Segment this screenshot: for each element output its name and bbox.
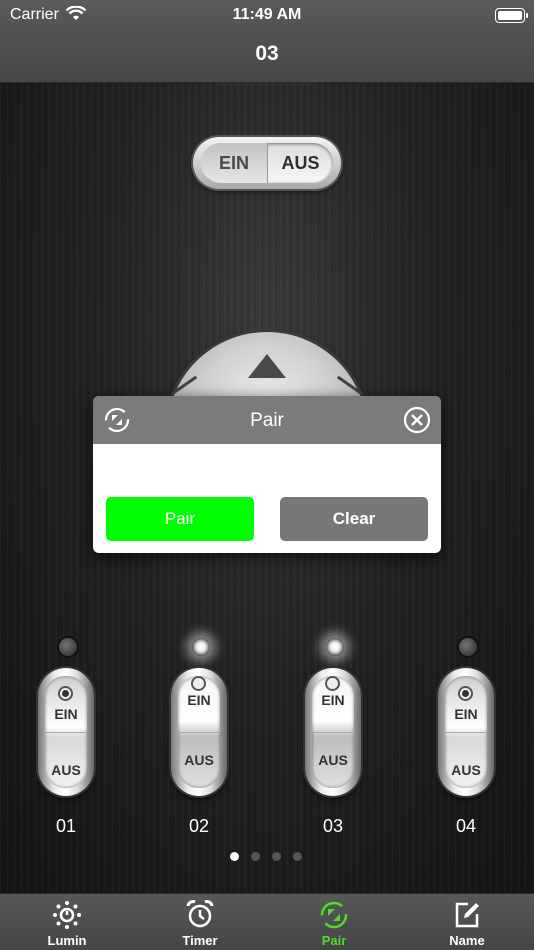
channel-switch[interactable]: EIN AUS xyxy=(171,668,227,796)
page-dot[interactable] xyxy=(293,852,302,861)
pair-button[interactable]: Pair xyxy=(106,497,254,541)
top-bar: Carrier 11:49 AM 03 xyxy=(0,0,534,83)
tab-label: Name xyxy=(449,933,485,948)
alarm-clock-icon xyxy=(186,900,214,928)
indicator-icon xyxy=(58,686,73,701)
switch-off-label: AUS xyxy=(184,752,214,768)
switch-off-label: AUS xyxy=(51,762,81,778)
switch-off-label: AUS xyxy=(451,762,481,778)
tab-label: Timer xyxy=(182,933,218,948)
status-led xyxy=(59,638,77,656)
channel-02: EIN AUS 02 xyxy=(171,636,231,842)
page-indicator[interactable] xyxy=(230,852,310,862)
clear-button[interactable]: Clear xyxy=(280,497,428,541)
page-dot[interactable] xyxy=(272,852,281,861)
page-dot[interactable] xyxy=(230,852,239,861)
pair-dialog: Pair Pair Clear xyxy=(93,396,441,553)
status-led xyxy=(459,638,477,656)
clock: 11:49 AM xyxy=(232,6,302,23)
dialog-header: Pair xyxy=(93,396,441,444)
master-on-off-switch[interactable]: EIN AUS xyxy=(193,137,341,189)
channel-label: 04 xyxy=(455,816,477,836)
master-off-button[interactable]: AUS xyxy=(267,143,333,183)
indicator-icon xyxy=(458,686,473,701)
tab-label: Pair xyxy=(321,933,347,948)
tab-bar: Lumin Timer Pair Name xyxy=(0,893,534,950)
status-led xyxy=(326,638,344,656)
tab-timer[interactable]: Timer xyxy=(133,894,267,950)
tab-name[interactable]: Name xyxy=(400,894,534,950)
page-title: 03 xyxy=(255,42,279,65)
switch-on-label: EIN xyxy=(454,706,478,722)
switch-off-label: AUS xyxy=(318,752,348,768)
switch-on-label: EIN xyxy=(187,692,211,708)
channel-switch[interactable]: EIN AUS xyxy=(438,668,494,796)
status-led xyxy=(192,638,210,656)
indicator-icon xyxy=(325,676,340,691)
channel-03: EIN AUS 03 xyxy=(305,636,365,842)
page-dot[interactable] xyxy=(251,852,260,861)
close-icon[interactable] xyxy=(403,406,431,434)
status-bar: Carrier 11:49 AM xyxy=(0,4,534,26)
tab-label: Lumin xyxy=(47,933,87,948)
up-arrow-icon[interactable] xyxy=(248,354,286,378)
channel-switch[interactable]: EIN AUS xyxy=(305,668,361,796)
switch-on-label: EIN xyxy=(54,706,78,722)
sun-icon xyxy=(53,901,81,929)
channel-01: EIN AUS 01 xyxy=(38,636,98,842)
indicator-icon xyxy=(191,676,206,691)
channel-switch[interactable]: EIN AUS xyxy=(38,668,94,796)
edit-icon xyxy=(455,902,479,928)
sync-icon xyxy=(320,901,348,929)
tab-lumin[interactable]: Lumin xyxy=(0,894,134,950)
switch-on-label: EIN xyxy=(321,692,345,708)
channel-label: 01 xyxy=(55,816,77,836)
dialog-title: Pair xyxy=(250,410,284,431)
battery-icon xyxy=(495,8,528,23)
master-on-button[interactable]: EIN xyxy=(201,143,267,183)
channel-label: 02 xyxy=(188,816,210,836)
channel-04: EIN AUS 04 xyxy=(438,636,498,842)
channel-label: 03 xyxy=(322,816,344,836)
tab-pair[interactable]: Pair xyxy=(267,894,401,950)
